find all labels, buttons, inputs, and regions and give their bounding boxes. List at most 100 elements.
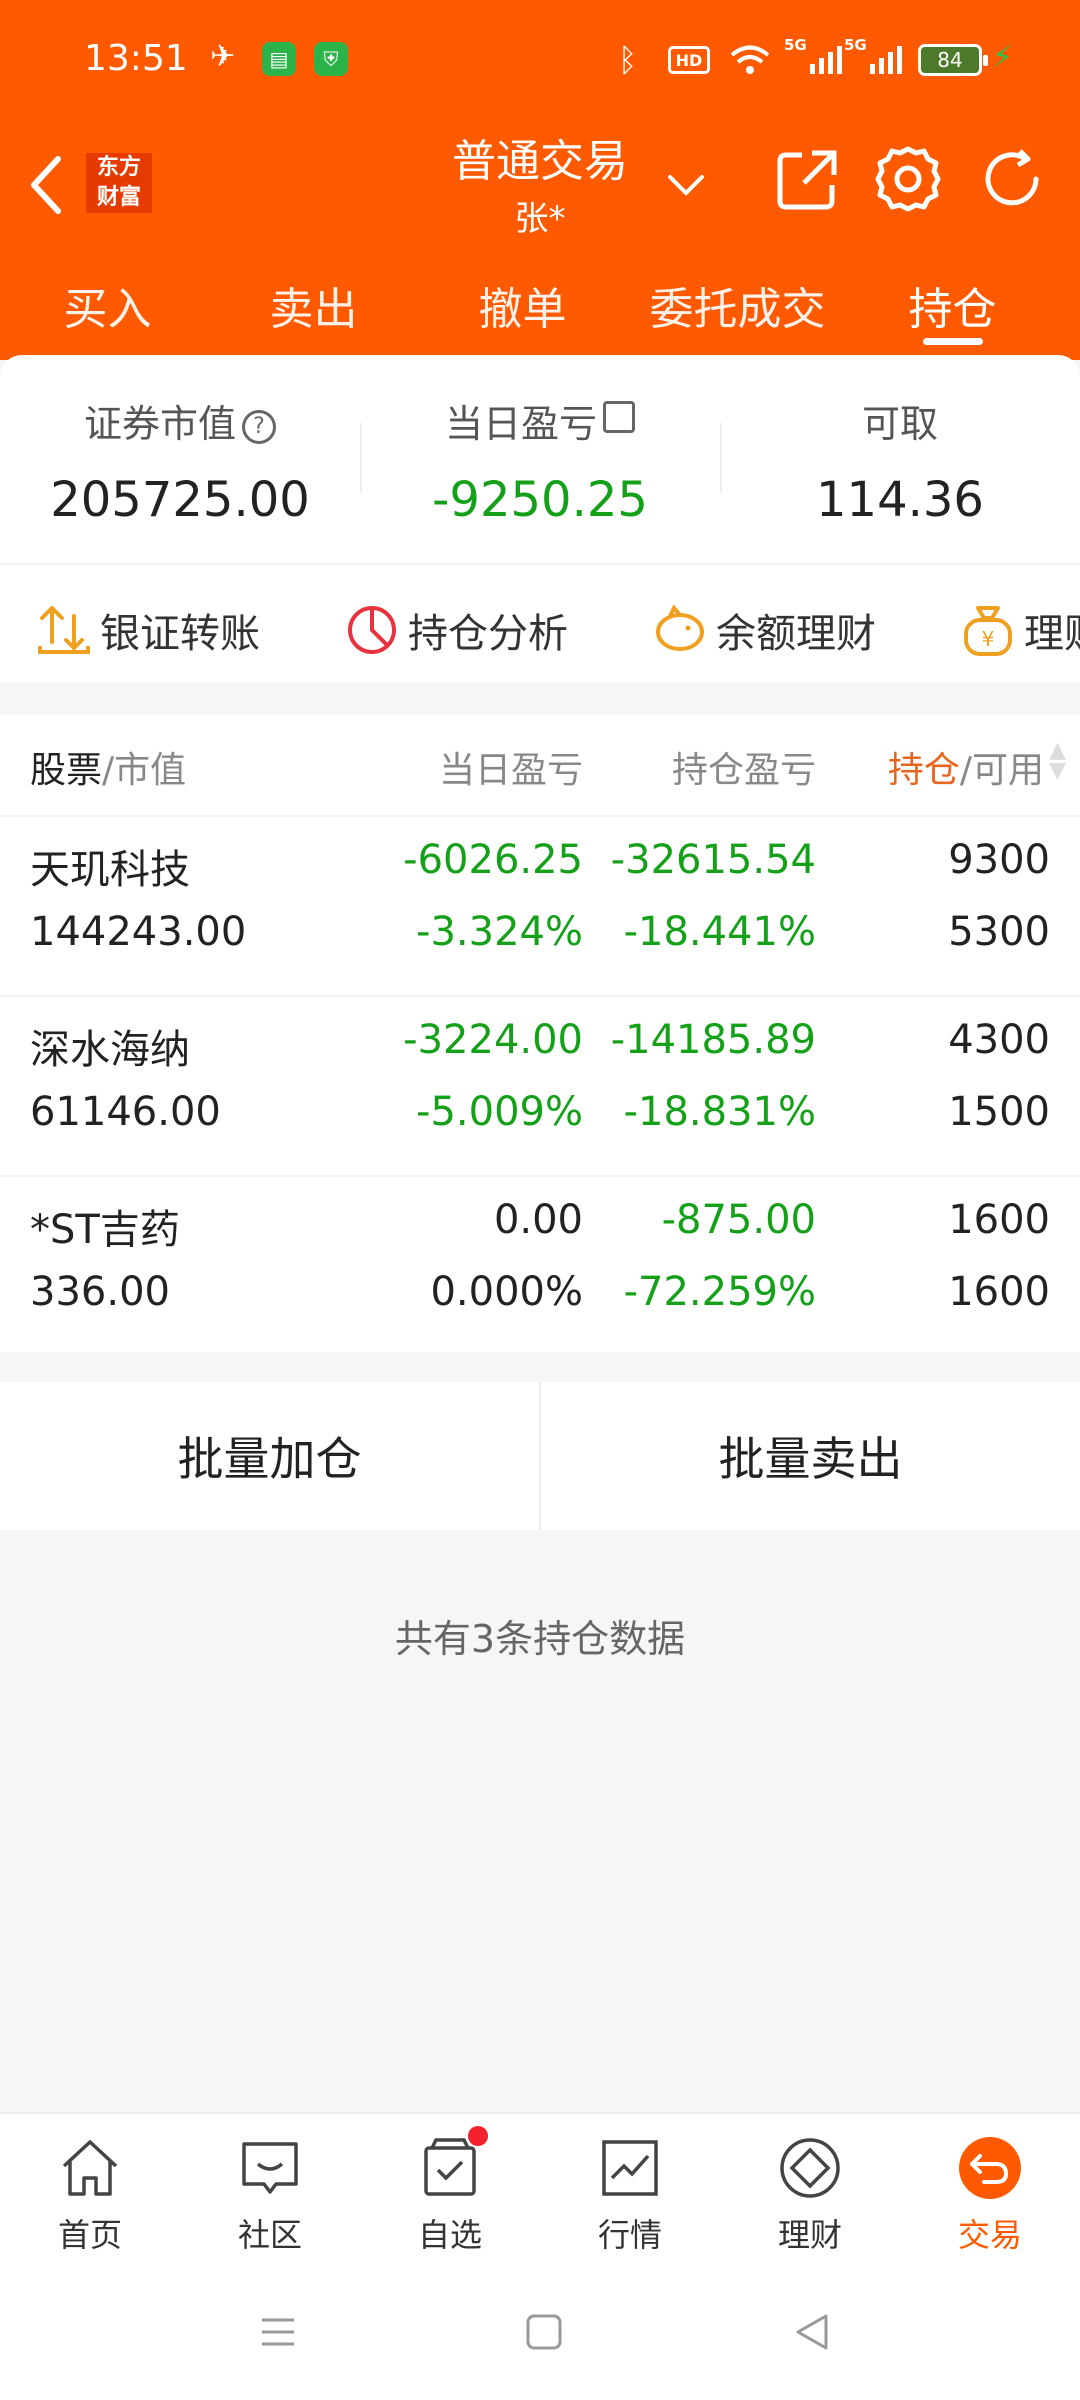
table-row[interactable]: *ST吉药 336.00 0.00 0.000% -875.00 -72.259… xyxy=(0,1175,1080,1355)
signal-icon: 5G xyxy=(784,36,842,74)
tool-balance-finance[interactable]: 余额理财 xyxy=(652,601,876,659)
trade-tabs: 买入 卖出 撤单 委托成交 持仓 xyxy=(0,255,1080,360)
app-notification-icon: ✈ xyxy=(210,38,236,74)
status-bar: 13:51 ✈ ▤ ⛨ ᛒ HD 5G 5G 84 ⚡ xyxy=(0,0,1080,125)
daily-pl: -3224.00 xyxy=(403,1017,583,1063)
account-summary: 证券市值? 205725.00 当日盈亏 -9250.25 可取 114.36 xyxy=(0,355,1080,563)
position-pl-pct: -72.259% xyxy=(623,1269,816,1315)
wifi-icon xyxy=(730,42,770,78)
money-bag-icon: ¥ xyxy=(964,606,1012,656)
position-pl: -14185.89 xyxy=(610,1017,816,1063)
external-link-icon[interactable] xyxy=(603,401,635,433)
back-button[interactable] xyxy=(24,145,74,225)
system-nav-bar xyxy=(0,2268,1080,2400)
shield-app-icon: ⛨ xyxy=(314,42,348,76)
holdings-count-text: 共有3条持仓数据 xyxy=(394,1617,686,1661)
bluetooth-icon: ᛒ xyxy=(618,41,638,79)
transfer-icon xyxy=(38,606,90,654)
daily-pl-value: -9250.25 xyxy=(432,472,648,528)
available-qty: 1500 xyxy=(948,1089,1050,1135)
refresh-icon[interactable] xyxy=(976,143,1048,215)
stock-name: *ST吉药 xyxy=(30,1207,180,1253)
nav-home[interactable]: 首页 xyxy=(0,2114,180,2268)
home-icon xyxy=(62,2140,118,2196)
app-header: 东方 财富 普通交易 张* xyxy=(0,125,1080,255)
stock-market-value: 144243.00 xyxy=(30,909,247,955)
daily-pl-label: 当日盈亏 xyxy=(444,402,597,446)
holding-qty: 9300 xyxy=(948,837,1050,883)
svg-text:¥: ¥ xyxy=(982,627,995,651)
tab-cancel[interactable]: 撤单 xyxy=(415,255,630,355)
piggy-bank-icon xyxy=(656,604,704,651)
gear-icon[interactable] xyxy=(872,143,944,215)
withdrawable-value: 114.36 xyxy=(816,472,984,528)
wealth-icon xyxy=(780,2138,840,2198)
pie-chart-icon xyxy=(348,606,396,654)
nav-trade[interactable]: 交易 xyxy=(900,2114,1080,2268)
daily-pl: 0.00 xyxy=(493,1197,583,1243)
bottom-nav: 首页 社区 自选 行情 理财 交易 xyxy=(0,2112,1080,2268)
daily-pl-pct: 0.000% xyxy=(430,1269,583,1315)
charging-icon: ⚡ xyxy=(992,40,1014,75)
tab-orders[interactable]: 委托成交 xyxy=(630,255,845,355)
chevron-down-icon[interactable] xyxy=(664,147,708,237)
col-holdings-sort[interactable]: 持仓/可用 xyxy=(854,741,1044,793)
market-value-label: 证券市值 xyxy=(83,402,236,446)
stock-market-value: 336.00 xyxy=(30,1269,170,1315)
chevron-left-icon xyxy=(31,156,61,214)
available-qty: 1600 xyxy=(948,1269,1050,1315)
sort-icon[interactable]: ▲ ▼ xyxy=(1049,740,1066,782)
daily-pl-pct: -3.324% xyxy=(416,909,583,955)
nav-market[interactable]: 行情 xyxy=(540,2114,720,2268)
batch-actions: 批量加仓 批量卖出 xyxy=(0,1382,1080,1530)
help-icon[interactable]: ? xyxy=(242,410,276,444)
signal-icon: 5G xyxy=(844,36,902,74)
market-value-block: 证券市值? 205725.00 xyxy=(0,355,360,563)
tool-position-analysis[interactable]: 持仓分析 xyxy=(344,601,568,659)
account-name: 张* xyxy=(514,199,566,239)
notification-dot xyxy=(468,2126,488,2146)
nav-watchlist[interactable]: 自选 xyxy=(360,2114,540,2268)
position-pl-pct: -18.831% xyxy=(623,1089,816,1135)
holdings-table: 股票/市值 当日盈亏 持仓盈亏 持仓/可用 ▲ ▼ 天玑科技 144243.00 … xyxy=(0,715,1080,1352)
nav-wealth[interactable]: 理财 xyxy=(720,2114,900,2268)
col-daily-pl[interactable]: 当日盈亏 xyxy=(439,741,583,793)
tool-bank-transfer[interactable]: 银证转账 xyxy=(36,601,260,659)
status-time: 13:51 xyxy=(84,38,188,79)
daily-pl-pct: -5.009% xyxy=(416,1089,583,1135)
tool-finance[interactable]: ¥ 理财 xyxy=(960,601,1080,659)
tab-positions[interactable]: 持仓 xyxy=(845,255,1060,355)
menu-icon[interactable] xyxy=(256,2310,300,2354)
home-square-icon[interactable] xyxy=(522,2310,566,2354)
available-qty: 5300 xyxy=(948,909,1050,955)
quick-tools: 银证转账 持仓分析 余额理财 ¥ 理财 xyxy=(0,563,1080,683)
holding-qty: 1600 xyxy=(948,1197,1050,1243)
hd-voice-icon: HD xyxy=(668,46,710,74)
community-icon xyxy=(242,2142,298,2194)
account-selector[interactable]: 普通交易 张* xyxy=(400,125,680,240)
battery-icon: 84 xyxy=(918,44,988,76)
table-header: 股票/市值 当日盈亏 持仓盈亏 持仓/可用 ▲ ▼ xyxy=(0,715,1080,815)
market-value: 205725.00 xyxy=(50,472,310,528)
withdrawable-label: 可取 xyxy=(861,402,938,446)
stock-name: 天玑科技 xyxy=(30,847,190,893)
share-icon[interactable] xyxy=(772,143,844,215)
table-row[interactable]: 深水海纳 61146.00 -3224.00 -5.009% -14185.89… xyxy=(0,995,1080,1175)
batch-add-button[interactable]: 批量加仓 xyxy=(0,1382,539,1530)
position-pl-pct: -18.441% xyxy=(623,909,816,955)
daily-pl-block[interactable]: 当日盈亏 -9250.25 xyxy=(360,355,720,563)
tab-sell[interactable]: 卖出 xyxy=(206,255,421,355)
tab-buy[interactable]: 买入 xyxy=(0,255,215,355)
holding-qty: 4300 xyxy=(948,1017,1050,1063)
nav-community[interactable]: 社区 xyxy=(180,2114,360,2268)
trade-icon xyxy=(959,2137,1021,2199)
position-pl: -875.00 xyxy=(661,1197,816,1243)
app-logo: 东方 财富 xyxy=(86,147,152,219)
back-triangle-icon[interactable] xyxy=(790,2310,834,2354)
stock-name: 深水海纳 xyxy=(30,1027,190,1073)
table-row[interactable]: 天玑科技 144243.00 -6026.25 -3.324% -32615.5… xyxy=(0,815,1080,995)
position-pl: -32615.54 xyxy=(610,837,816,883)
batch-sell-button[interactable]: 批量卖出 xyxy=(539,1382,1080,1530)
page-title: 普通交易 xyxy=(452,136,628,187)
col-position-pl[interactable]: 持仓盈亏 xyxy=(672,741,816,793)
